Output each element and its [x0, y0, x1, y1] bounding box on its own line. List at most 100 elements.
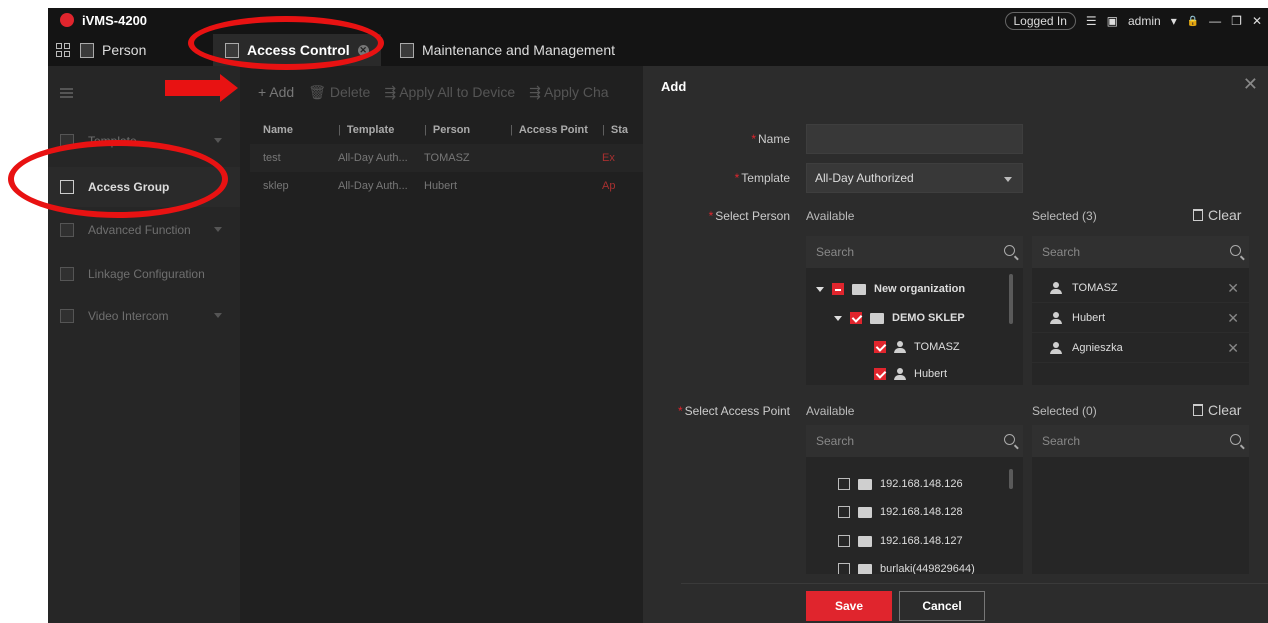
chevron-down-icon	[214, 227, 222, 232]
available-person-panel: Search New organization DEMO SKLEP TOMAS…	[806, 236, 1023, 385]
add-button[interactable]: + Add	[258, 84, 294, 101]
available-access-search[interactable]: Search	[806, 425, 1023, 457]
access-point-item[interactable]: 192.168.148.128	[838, 502, 963, 522]
folder-icon	[858, 506, 872, 518]
selected-person-item: TOMASZ ✕	[1032, 273, 1249, 303]
dialog-title: Add	[661, 79, 687, 94]
expand-icon[interactable]	[816, 286, 824, 292]
access-group-content: + Add 🗑 Delete ⇶ Apply All to Device ⇶ A…	[240, 66, 643, 623]
close-icon[interactable]: ✕	[1243, 74, 1258, 95]
search-icon[interactable]	[1230, 245, 1241, 256]
cell-name: test	[263, 152, 281, 164]
linkage-icon	[60, 267, 74, 281]
access-point-label: 192.168.148.128	[880, 506, 963, 518]
name-input[interactable]	[806, 124, 1023, 154]
access-point-checkbox[interactable]	[838, 478, 850, 490]
table-body: test All-Day Auth... TOMASZ Ex sklep All…	[250, 144, 643, 200]
list-icon[interactable]: ☰	[1086, 14, 1097, 28]
chevron-down-icon[interactable]: ▾	[1171, 14, 1177, 28]
apply-all-button[interactable]: ⇶ Apply All to Device	[384, 84, 515, 101]
access-point-item[interactable]: burlaki(449829644)	[838, 559, 975, 574]
sidebar-item-linkage-configuration[interactable]: Linkage Configuration	[48, 254, 240, 294]
access-point-item[interactable]: 192.168.148.126	[838, 474, 963, 494]
remove-icon[interactable]: ✕	[1227, 280, 1239, 297]
access-point-checkbox[interactable]	[838, 535, 850, 547]
person-checkbox[interactable]	[874, 368, 886, 380]
trash-icon	[1193, 209, 1203, 221]
available-person-scrollbar[interactable]	[1009, 274, 1013, 324]
remove-icon[interactable]: ✕	[1227, 340, 1239, 357]
apply-changes-button[interactable]: ⇶ Apply Cha	[529, 84, 608, 101]
access-point-checkbox[interactable]	[838, 563, 850, 574]
app-logo-icon	[60, 13, 74, 27]
organization-checkbox[interactable]	[832, 283, 844, 295]
cancel-button[interactable]: Cancel	[899, 591, 985, 621]
person-icon	[1050, 311, 1062, 324]
selected-access-search[interactable]: Search	[1032, 425, 1249, 457]
demo-sklep-checkbox[interactable]	[850, 312, 862, 324]
search-icon[interactable]	[1004, 434, 1015, 445]
tab-maintenance[interactable]: Maintenance and Management	[400, 34, 615, 66]
close-icon[interactable]: ✕	[1252, 14, 1262, 28]
tree-node-person[interactable]: TOMASZ	[874, 337, 960, 357]
clear-access-label: Clear	[1208, 402, 1242, 418]
annotation-circle-tab	[188, 16, 384, 70]
clear-person-button[interactable]: Clear	[1193, 207, 1241, 223]
available-person-search[interactable]: Search	[806, 236, 1023, 268]
chart-icon[interactable]: ▣	[1107, 14, 1118, 28]
person-icon	[894, 368, 906, 380]
selected-person-name: Hubert	[1072, 311, 1106, 324]
column-header[interactable]: | Template	[330, 124, 416, 136]
cell-person: TOMASZ	[424, 152, 470, 164]
column-header[interactable]: | Access Point	[502, 124, 596, 136]
clear-access-button[interactable]: Clear	[1193, 402, 1241, 418]
folder-icon	[858, 478, 872, 490]
restore-icon[interactable]: ❐	[1231, 14, 1242, 28]
access-point-checkbox[interactable]	[838, 506, 850, 518]
user-menu[interactable]: admin	[1128, 14, 1161, 28]
tree-node-label: New organization	[874, 283, 966, 295]
sidebar-item-label: Advanced Function	[88, 223, 191, 237]
annotation-circle-sidebar	[8, 140, 228, 218]
sidebar-item-video-intercom[interactable]: Video Intercom	[48, 296, 240, 336]
column-header[interactable]: Name	[250, 124, 330, 136]
folder-icon	[870, 312, 884, 324]
folder-icon	[858, 563, 872, 574]
minimize-icon[interactable]: —	[1209, 14, 1221, 28]
person-checkbox[interactable]	[874, 341, 886, 353]
remove-icon[interactable]: ✕	[1227, 310, 1239, 327]
cell-status: Ap	[602, 180, 616, 192]
person-icon	[1050, 281, 1062, 294]
template-select[interactable]: All-Day Authorized	[806, 163, 1023, 193]
table-row[interactable]: sklep All-Day Auth... Hubert Ap	[250, 172, 643, 200]
table-row[interactable]: test All-Day Auth... TOMASZ Ex	[250, 144, 643, 172]
search-icon[interactable]	[1004, 245, 1015, 256]
column-header[interactable]: | Sta	[596, 124, 643, 136]
tree-node-organization[interactable]: New organization	[816, 279, 965, 299]
lock-icon[interactable]: 🔒	[1187, 16, 1199, 27]
available-access-scrollbar[interactable]	[1009, 469, 1013, 489]
column-header[interactable]: | Person	[416, 124, 502, 136]
annotation-arrow-shaft	[165, 80, 222, 96]
login-status[interactable]: Logged In	[1004, 12, 1076, 30]
video-intercom-icon	[60, 309, 74, 323]
selected-person-search[interactable]: Search	[1032, 236, 1249, 268]
search-icon[interactable]	[1230, 434, 1241, 445]
expand-icon[interactable]	[834, 315, 842, 321]
tree-node-demo-sklep[interactable]: DEMO SKLEP	[834, 308, 965, 328]
access-point-item[interactable]: 192.168.148.127	[838, 531, 963, 551]
delete-button[interactable]: 🗑 Delete	[308, 84, 370, 101]
clear-person-label: Clear	[1208, 207, 1242, 223]
sidebar-item-label: Video Intercom	[88, 309, 169, 323]
hamburger-icon[interactable]	[60, 88, 73, 98]
toolbar: + Add 🗑 Delete ⇶ Apply All to Device ⇶ A…	[258, 84, 609, 101]
available-person-label: Available	[806, 209, 855, 223]
chevron-down-icon	[214, 138, 222, 143]
module-grid-icon[interactable]	[56, 43, 70, 57]
tree-node-label: DEMO SKLEP	[892, 312, 965, 324]
tab-person[interactable]: Person	[80, 34, 146, 66]
access-group-table: Name | Template | Person | Access Point | St…	[250, 116, 643, 200]
tree-node-person[interactable]: Hubert	[874, 364, 947, 384]
save-button[interactable]: Save	[806, 591, 892, 621]
tab-person-label: Person	[102, 42, 147, 58]
